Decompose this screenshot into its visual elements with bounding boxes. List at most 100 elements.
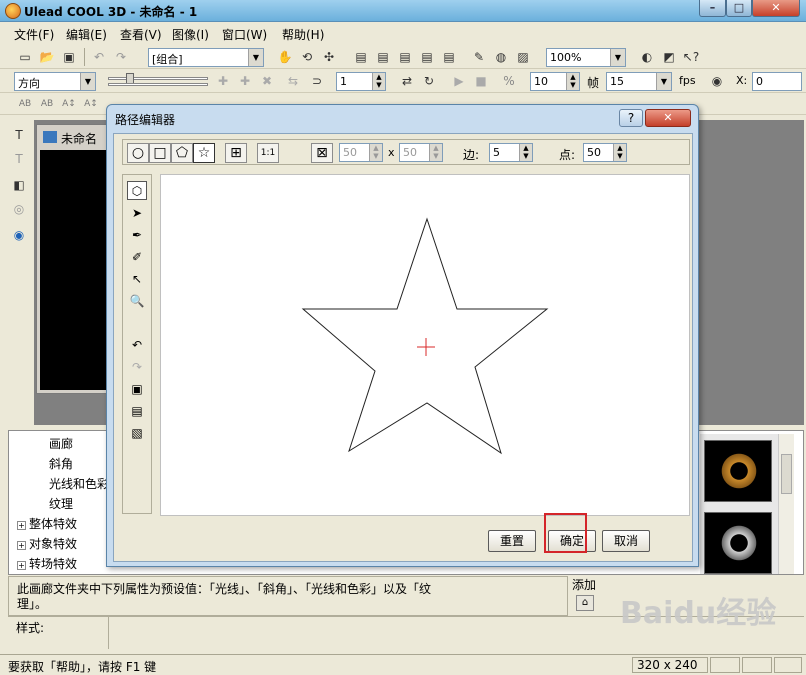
lock-proportion-icon[interactable]: ⊠ <box>311 143 333 163</box>
play-icon[interactable]: ▶ <box>450 72 468 90</box>
context-help-icon[interactable]: ↖? <box>682 48 700 66</box>
redo-icon[interactable]: ↷ <box>112 48 130 66</box>
add-keyframe-icon[interactable]: ✚ <box>214 72 232 90</box>
save-icon[interactable]: ▣ <box>60 48 78 66</box>
current-frame-spinner[interactable]: 1 ▲ ▼ <box>336 72 386 91</box>
maximize-button[interactable]: □ <box>726 0 752 17</box>
tree-item[interactable]: 斜角 <box>49 455 73 472</box>
document-canvas[interactable] <box>40 150 112 390</box>
expand-icon[interactable]: + <box>17 541 26 550</box>
import-image-icon[interactable]: ▣ <box>127 379 147 398</box>
tree-item[interactable]: + 对象特效 <box>17 535 77 552</box>
delete-point-tool-icon[interactable]: ✐ <box>127 247 147 266</box>
swap-direction-icon[interactable]: ⇄ <box>398 72 416 90</box>
x-coordinate-input[interactable]: 0 <box>752 72 802 91</box>
text-style-button[interactable]: A↕ <box>60 95 78 113</box>
menu-edit[interactable]: 编辑(E) <box>66 26 107 43</box>
percent-icon[interactable]: % <box>500 72 518 90</box>
rectangle-shape-icon[interactable]: □ <box>149 143 171 163</box>
move-tool-icon[interactable]: ✣ <box>320 48 338 66</box>
actual-size-icon[interactable]: 1:1 <box>257 143 279 163</box>
render-icon[interactable]: ▤ <box>396 48 414 66</box>
brush-icon[interactable]: ✎ <box>470 48 488 66</box>
gallery-thumbnail[interactable] <box>704 512 772 574</box>
insert-text-icon[interactable]: T <box>10 126 28 144</box>
convert-point-tool-icon[interactable]: ↖ <box>127 269 147 288</box>
gallery-thumbnail[interactable] <box>704 440 772 502</box>
object-manager-icon[interactable]: ◉ <box>708 72 726 90</box>
dialog-close-button[interactable]: ✕ <box>645 109 691 127</box>
frame-count-combo[interactable]: 15 ▼ <box>606 72 672 91</box>
refresh-icon[interactable]: ↻ <box>420 72 438 90</box>
rotate-tool-icon[interactable]: ⟲ <box>298 48 316 66</box>
sides-spinner[interactable]: 5 ▲ ▼ <box>489 143 533 162</box>
zoom-tool-icon[interactable]: 🔍 <box>127 291 147 310</box>
text-style-button[interactable]: A↕ <box>82 95 100 113</box>
polygon-tool-icon[interactable]: ⬡ <box>127 181 147 200</box>
star-path[interactable] <box>301 217 549 455</box>
add-keyframe-icon[interactable]: ✚ <box>236 72 254 90</box>
menu-file[interactable]: 文件(F) <box>14 26 54 43</box>
gallery-scrollbar[interactable] <box>778 434 794 574</box>
render-icon[interactable]: ▤ <box>440 48 458 66</box>
add-icon[interactable]: ⌂ <box>576 595 594 611</box>
edit-text-icon[interactable]: T <box>10 150 28 168</box>
star-shape-icon[interactable]: ☆ <box>193 143 215 163</box>
tree-item[interactable]: 纹理 <box>49 495 73 512</box>
open-folder-icon[interactable]: 📂 <box>38 48 56 66</box>
reset-button[interactable]: 重置 <box>488 530 536 552</box>
height-spinner[interactable]: 50 ▲ ▼ <box>399 143 443 162</box>
render-icon[interactable]: ▤ <box>418 48 436 66</box>
reverse-icon[interactable]: ⇆ <box>284 72 302 90</box>
menu-help[interactable]: 帮助(H) <box>282 26 324 43</box>
object-group-combo[interactable]: [组合] ▼ <box>148 48 264 67</box>
menu-image[interactable]: 图像(I) <box>172 26 209 43</box>
add-point-tool-icon[interactable]: ✒ <box>127 225 147 244</box>
tree-item[interactable]: 画廊 <box>49 435 73 452</box>
stop-icon[interactable]: ■ <box>472 72 490 90</box>
hand-tool-icon[interactable]: ✋ <box>276 48 294 66</box>
text-style-button[interactable]: AB <box>16 95 34 113</box>
globe-icon[interactable]: ◍ <box>492 48 510 66</box>
path-drawing-canvas[interactable] <box>160 174 690 516</box>
polygon-shape-icon[interactable]: ⬠ <box>171 143 193 163</box>
render-icon[interactable]: ▤ <box>374 48 392 66</box>
render-icon[interactable]: ▤ <box>352 48 370 66</box>
close-button[interactable]: ✕ <box>752 0 800 17</box>
fps-spinner[interactable]: 10 ▲ ▼ <box>530 72 580 91</box>
edit-geometric-icon[interactable]: ◎ <box>10 200 28 218</box>
menu-window[interactable]: 窗口(W) <box>222 26 267 43</box>
minimize-button[interactable]: – <box>699 0 726 17</box>
redo-icon[interactable]: ↷ <box>127 357 147 376</box>
width-spinner[interactable]: 50 ▲ ▼ <box>339 143 383 162</box>
insert-geometric-icon[interactable]: ◧ <box>10 176 28 194</box>
trace-icon[interactable]: ▤ <box>127 401 147 420</box>
circle-shape-icon[interactable]: ○ <box>127 143 149 163</box>
title-bar[interactable]: Ulead COOL 3D - 未命名 - 1 – □ ✕ <box>0 0 806 22</box>
cancel-button[interactable]: 取消 <box>602 530 650 552</box>
clear-path-icon[interactable]: ▧ <box>127 423 147 442</box>
plugin-icon[interactable]: ◐ <box>638 48 656 66</box>
center-align-icon[interactable]: ⊞ <box>225 143 247 163</box>
direction-combo[interactable]: 方向 ▼ <box>14 72 96 91</box>
tree-item[interactable]: + 整体特效 <box>17 515 77 532</box>
camera-icon[interactable]: ◩ <box>660 48 678 66</box>
undo-icon[interactable]: ↶ <box>127 335 147 354</box>
picture-icon[interactable]: ▨ <box>514 48 532 66</box>
text-style-button[interactable]: AB <box>38 95 56 113</box>
menu-view[interactable]: 查看(V) <box>120 26 162 43</box>
points-spinner[interactable]: 50 ▲ ▼ <box>583 143 627 162</box>
timeline-slider[interactable] <box>108 73 208 89</box>
new-file-icon[interactable]: ▭ <box>16 48 34 66</box>
remove-keyframe-icon[interactable]: ✖ <box>258 72 276 90</box>
insert-object-icon[interactable]: ◉ <box>10 226 28 244</box>
loop-icon[interactable]: ⊃ <box>308 72 326 90</box>
pointer-tool-icon[interactable]: ➤ <box>127 203 147 222</box>
add-to-gallery[interactable]: 添加 ⌂ <box>572 576 606 616</box>
dialog-help-button[interactable]: ? <box>619 109 643 127</box>
undo-icon[interactable]: ↶ <box>90 48 108 66</box>
tree-item[interactable]: + 转场特效 <box>17 555 77 572</box>
zoom-combo[interactable]: 100% ▼ <box>546 48 626 67</box>
tree-item[interactable]: 光线和色彩 <box>49 475 109 492</box>
expand-icon[interactable]: + <box>17 561 26 570</box>
